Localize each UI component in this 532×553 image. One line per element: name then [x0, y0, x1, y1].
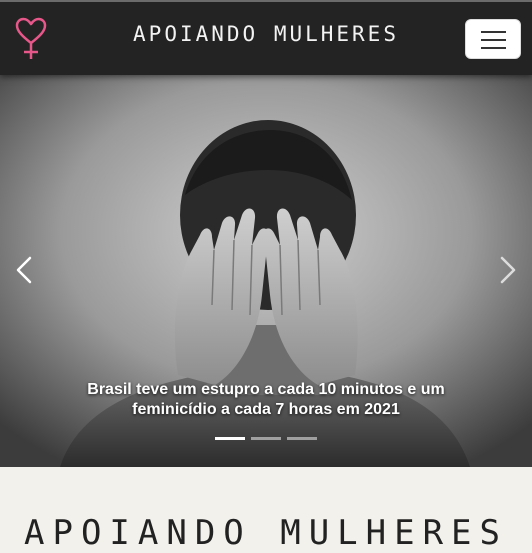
navbar: APOIANDO MULHERES: [0, 0, 532, 75]
carousel-indicator-1[interactable]: [215, 437, 245, 440]
section-title: APOIANDO MULHERES: [24, 513, 508, 553]
navbar-toggler-button[interactable]: [465, 19, 521, 59]
chevron-right-icon: [500, 256, 516, 284]
carousel-indicators: [0, 437, 532, 440]
carousel-indicator-2[interactable]: [251, 437, 281, 440]
carousel-next-button[interactable]: [482, 75, 532, 467]
carousel-indicator-3[interactable]: [287, 437, 317, 440]
carousel-caption: Brasil teve um estupro a cada 10 minutos…: [87, 381, 445, 418]
hero-carousel: Brasil teve um estupro a cada 10 minutos…: [0, 75, 532, 467]
hamburger-bar: [481, 47, 506, 49]
hamburger-bar: [481, 39, 506, 41]
carousel-prev-button[interactable]: [0, 75, 50, 467]
chevron-left-icon: [16, 256, 32, 284]
brand-title[interactable]: APOIANDO MULHERES: [0, 22, 532, 46]
hamburger-menu-icon: [481, 31, 506, 33]
